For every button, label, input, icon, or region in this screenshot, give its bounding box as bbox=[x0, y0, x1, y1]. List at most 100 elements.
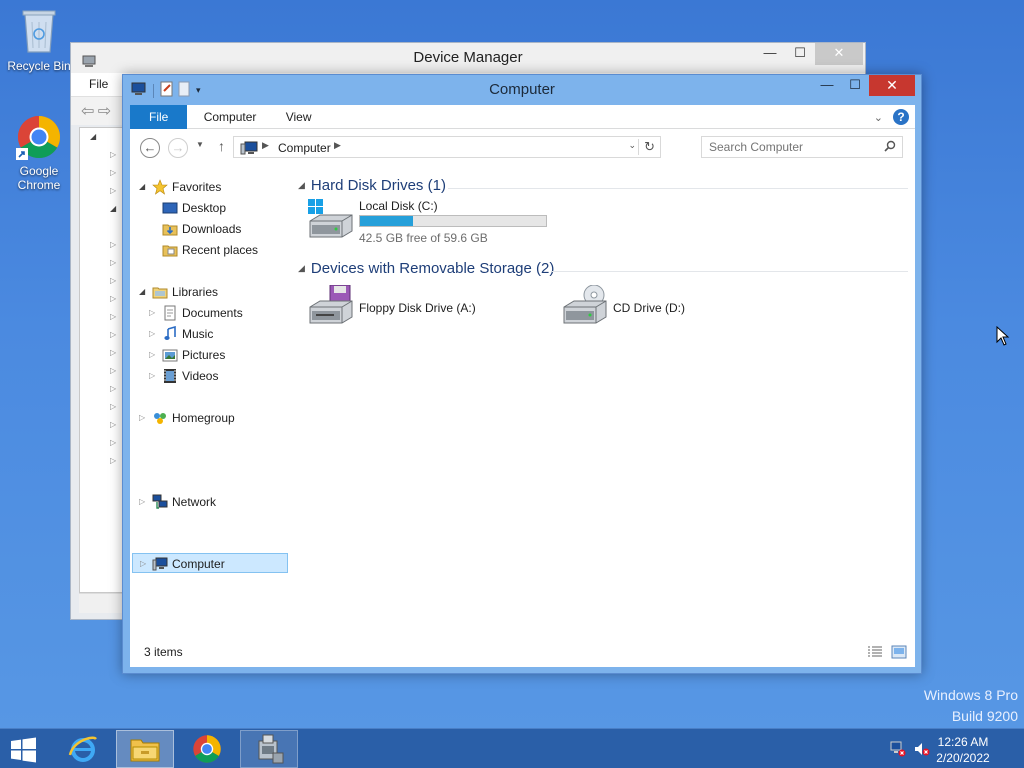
taskbar-internet-explorer[interactable] bbox=[55, 730, 113, 768]
recent-places-icon bbox=[162, 242, 178, 258]
dm-tree-expand-icon[interactable]: ▷ bbox=[110, 240, 116, 249]
breadcrumb-chevron-icon[interactable]: ▶ bbox=[262, 140, 269, 151]
device-manager-titlebar[interactable]: Device Manager — ☐ ✕ bbox=[71, 43, 865, 73]
computer-location-icon bbox=[240, 141, 258, 158]
watermark-build: Build 9200 bbox=[951, 708, 1018, 724]
windows-watermark: Windows 8 Pro Build 9200 bbox=[924, 685, 1018, 727]
search-icon[interactable] bbox=[884, 140, 896, 155]
taskbar-device-manager[interactable] bbox=[240, 730, 298, 768]
music-icon bbox=[162, 325, 178, 342]
large-icons-view-icon[interactable] bbox=[891, 645, 907, 662]
expand-icon[interactable]: ▷ bbox=[139, 492, 149, 512]
dm-tree-expand-icon[interactable]: ▷ bbox=[110, 294, 116, 303]
navigation-pane: ◢ Favorites Desktop Downloads Recent pla… bbox=[130, 167, 295, 637]
search-box[interactable] bbox=[701, 136, 903, 158]
dm-tree-collapse-icon[interactable]: ◢ bbox=[110, 204, 116, 213]
dm-tree-expand-icon[interactable]: ▷ bbox=[110, 366, 116, 375]
breadcrumb-chevron-icon[interactable]: ▶ bbox=[334, 140, 341, 151]
ribbon: File Computer View ⌄ ? bbox=[130, 105, 915, 129]
tab-file[interactable]: File bbox=[130, 105, 188, 129]
details-view-icon[interactable] bbox=[867, 645, 883, 662]
drive-free-space: 42.5 GB free of 59.6 GB bbox=[359, 231, 488, 245]
dm-forward-icon[interactable]: ⇨ bbox=[98, 103, 111, 120]
desktop-icon-google-chrome[interactable]: Google Chrome bbox=[1, 114, 77, 192]
drive-cd-d[interactable]: CD Drive (D:) bbox=[560, 284, 760, 331]
chrome-icon bbox=[193, 735, 221, 763]
collapse-icon[interactable]: ◢ bbox=[139, 282, 149, 302]
taskbar: 12:26 AM 2/20/2022 bbox=[0, 728, 1024, 768]
expand-icon[interactable]: ▷ bbox=[139, 408, 149, 428]
start-button[interactable] bbox=[0, 730, 48, 768]
dm-tree-expand-icon[interactable]: ▷ bbox=[110, 258, 116, 267]
group-collapse-icon[interactable]: ◢ bbox=[298, 263, 305, 273]
dm-tree-expand-icon[interactable]: ▷ bbox=[110, 150, 116, 159]
explorer-titlebar[interactable]: ▾ Computer — ☐ ✕ bbox=[123, 75, 921, 105]
expand-icon[interactable]: ▷ bbox=[140, 554, 150, 574]
refresh-icon[interactable]: ↻ bbox=[638, 139, 655, 155]
chrome-label: Google Chrome bbox=[17, 164, 61, 192]
drive-name-local-c: Local Disk (C:) bbox=[359, 199, 438, 213]
documents-icon bbox=[162, 305, 178, 321]
forward-button[interactable]: → bbox=[168, 138, 188, 158]
dm-tree-expand-icon[interactable]: ▷ bbox=[110, 438, 116, 447]
back-button[interactable]: ← bbox=[140, 138, 160, 158]
tab-computer[interactable]: Computer bbox=[191, 105, 270, 129]
expand-icon[interactable]: ▷ bbox=[149, 345, 159, 365]
breadcrumb-computer[interactable]: Computer bbox=[278, 141, 331, 155]
dm-close-button[interactable]: ✕ bbox=[815, 43, 863, 65]
desktop: Recycle Bin Google Chrome Windows 8 Pro … bbox=[0, 0, 1024, 728]
search-input[interactable] bbox=[702, 137, 872, 157]
dm-tree-expand-icon[interactable]: ▷ bbox=[110, 330, 116, 339]
dm-tree-expand-icon[interactable]: ▷ bbox=[110, 168, 116, 177]
desktop-icon-recycle-bin[interactable]: Recycle Bin bbox=[1, 6, 77, 73]
expand-icon[interactable]: ▷ bbox=[149, 324, 159, 344]
dm-tree-expand-icon[interactable]: ▷ bbox=[110, 276, 116, 285]
dm-tree-expand-icon[interactable]: ▷ bbox=[110, 348, 116, 357]
drive-usage-bar bbox=[359, 215, 547, 227]
minimize-button[interactable]: — bbox=[813, 75, 841, 96]
group-collapse-icon[interactable]: ◢ bbox=[298, 180, 305, 190]
clock[interactable]: 12:26 AM 2/20/2022 bbox=[928, 734, 998, 766]
drive-floppy-a[interactable]: Floppy Disk Drive (A:) bbox=[306, 284, 556, 331]
expand-ribbon-icon[interactable]: ⌄ bbox=[874, 111, 883, 124]
taskbar-google-chrome[interactable] bbox=[178, 730, 236, 768]
drive-local-disk-c[interactable]: Local Disk (C:) 42.5 GB free of 59.6 GB bbox=[306, 199, 556, 249]
dm-back-icon[interactable]: ⇦ bbox=[81, 103, 94, 120]
dm-maximize-button[interactable]: ☐ bbox=[785, 43, 815, 65]
internet-explorer-icon bbox=[68, 736, 97, 762]
expand-icon[interactable]: ▷ bbox=[149, 366, 159, 386]
desktop-folder-icon bbox=[162, 200, 178, 216]
clock-date: 2/20/2022 bbox=[936, 751, 990, 765]
dm-tree-expand-icon[interactable]: ▷ bbox=[110, 402, 116, 411]
watermark-edition: Windows 8 Pro bbox=[923, 687, 1018, 703]
group-header-removable-storage[interactable]: ◢ Devices with Removable Storage (2) bbox=[298, 260, 554, 277]
address-bar[interactable]: ▶ Computer ▶ ⌄ ↻ bbox=[233, 136, 661, 158]
dm-tree-collapse-icon[interactable]: ◢ bbox=[90, 132, 96, 141]
help-button[interactable]: ? bbox=[893, 109, 909, 125]
address-dropdown-icon[interactable]: ⌄ bbox=[628, 140, 636, 151]
collapse-icon[interactable]: ◢ bbox=[139, 177, 149, 197]
homegroup-icon bbox=[152, 410, 168, 426]
file-explorer-icon bbox=[130, 739, 160, 762]
nav-computer[interactable]: ▷ Computer bbox=[132, 553, 288, 573]
dm-tree-expand-icon[interactable]: ▷ bbox=[110, 420, 116, 429]
expand-icon[interactable]: ▷ bbox=[149, 303, 159, 323]
network-status-icon[interactable] bbox=[890, 741, 906, 760]
dm-tree-expand-icon[interactable]: ▷ bbox=[110, 186, 116, 195]
dm-tree-expand-icon[interactable]: ▷ bbox=[110, 456, 116, 465]
dm-tree-expand-icon[interactable]: ▷ bbox=[110, 384, 116, 393]
maximize-button[interactable]: ☐ bbox=[841, 75, 869, 96]
address-row: ← → ▼ ↑ ▶ Computer ▶ ⌄ ↻ bbox=[130, 129, 915, 165]
clock-time: 12:26 AM bbox=[937, 735, 989, 749]
tab-view[interactable]: View bbox=[273, 105, 325, 129]
dm-minimize-button[interactable]: — bbox=[755, 43, 785, 65]
dm-tree-expand-icon[interactable]: ▷ bbox=[110, 312, 116, 321]
explorer-window[interactable]: ▾ Computer — ☐ ✕ File Computer View ⌄ ? bbox=[122, 74, 922, 674]
device-manager-icon bbox=[258, 734, 284, 764]
up-button[interactable]: ↑ bbox=[218, 138, 225, 154]
group-header-hard-disk-drives[interactable]: ◢ Hard Disk Drives (1) bbox=[298, 177, 446, 194]
taskbar-file-explorer[interactable] bbox=[116, 730, 174, 768]
group-divider bbox=[448, 188, 908, 189]
recent-locations-icon[interactable]: ▼ bbox=[196, 140, 204, 149]
close-button[interactable]: ✕ bbox=[869, 75, 915, 96]
